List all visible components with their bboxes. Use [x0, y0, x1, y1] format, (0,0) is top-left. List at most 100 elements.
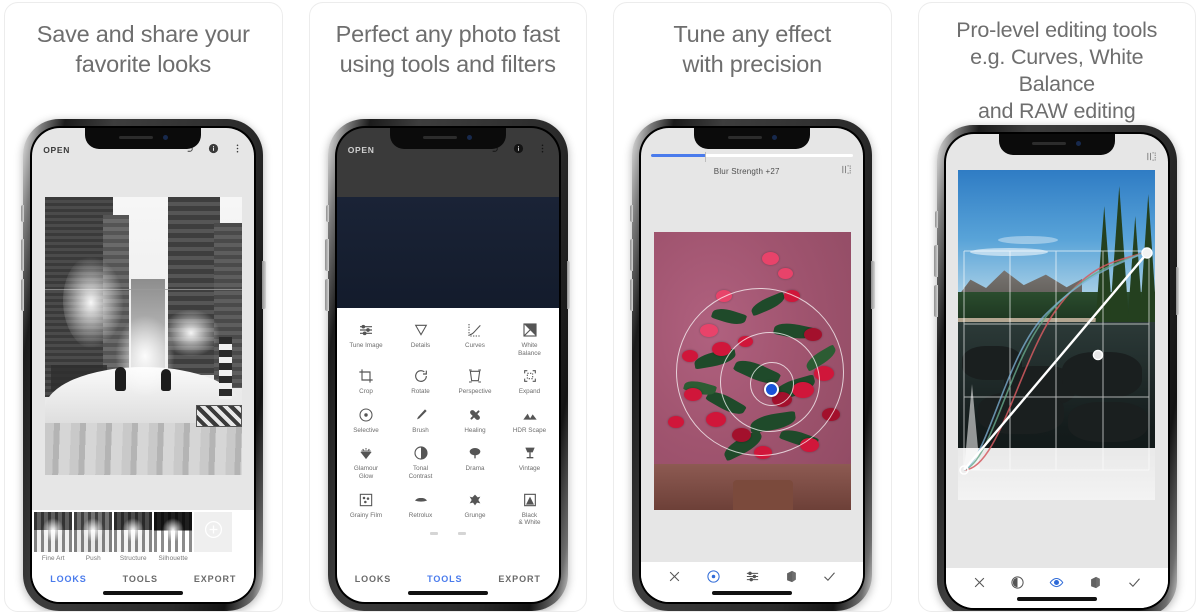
tab-looks[interactable]: LOOKS — [355, 574, 392, 584]
check-icon[interactable] — [1127, 575, 1142, 590]
earpiece-speaker — [423, 135, 458, 140]
tool-drama[interactable]: Drama — [448, 439, 503, 483]
eye-icon[interactable] — [1049, 575, 1064, 590]
tool-perspective[interactable]: Perspective — [448, 362, 503, 399]
check-icon[interactable] — [822, 569, 837, 584]
open-button[interactable]: OPEN — [43, 136, 70, 155]
tool-selective[interactable]: Selective — [339, 401, 394, 438]
more-vert-icon[interactable] — [537, 143, 548, 156]
info-icon[interactable] — [513, 143, 524, 156]
tab-looks[interactable]: LOOKS — [50, 574, 87, 584]
open-button[interactable]: OPEN — [348, 136, 375, 155]
tab-export[interactable]: EXPORT — [498, 574, 540, 584]
tool-details[interactable]: Details — [393, 316, 448, 360]
tools-grid: Tune Image Details Curves White Balance … — [339, 316, 557, 530]
tool-white-balance[interactable]: White Balance — [502, 316, 557, 360]
tool-vintage[interactable]: Vintage — [502, 439, 557, 483]
close-icon[interactable] — [972, 575, 987, 590]
photo-canvas-3[interactable] — [641, 180, 864, 562]
power-button — [1175, 267, 1180, 315]
edited-photo-bw-street — [44, 197, 242, 475]
tool-curves[interactable]: Curves — [448, 316, 503, 360]
app-screen-1: OPEN Fine Art Push Structure Silhouette … — [32, 128, 255, 602]
contrast-circle-icon[interactable] — [1010, 575, 1025, 590]
tool-crop[interactable]: Crop — [339, 362, 394, 399]
edited-photo-lake — [958, 170, 1156, 500]
home-indicator — [712, 591, 793, 595]
power-button — [566, 261, 571, 309]
selective-control-point[interactable] — [763, 382, 779, 397]
tool-label: Tune Image — [349, 342, 383, 349]
slider-knob[interactable] — [704, 152, 707, 162]
stack-icon[interactable] — [1088, 575, 1103, 590]
info-icon[interactable] — [208, 143, 219, 156]
phone-mockup-1: OPEN Fine Art Push Structure Silhouette … — [20, 119, 266, 611]
tool-expand[interactable]: Expand — [502, 362, 557, 399]
tool-label: Vintage — [518, 465, 541, 473]
tool-label: Perspective — [458, 388, 492, 396]
tool-brush[interactable]: Brush — [393, 401, 448, 438]
looks-filmstrip[interactable]: Fine Art Push Structure Silhouette — [32, 510, 255, 566]
look-item[interactable]: Fine Art — [34, 512, 73, 562]
tool-grunge[interactable]: Grunge — [448, 486, 503, 530]
look-item[interactable]: Push — [74, 512, 113, 562]
phone-mockup-3: Blur Strength +27 — [629, 119, 875, 611]
photo-canvas-4[interactable] — [945, 168, 1168, 568]
tool-label: Details — [410, 342, 431, 349]
tune-icon[interactable] — [745, 569, 760, 584]
tab-export[interactable]: EXPORT — [194, 574, 236, 584]
mute-switch — [21, 205, 25, 222]
stack-icon[interactable] — [784, 569, 799, 584]
look-item[interactable]: Silhouette — [154, 512, 193, 562]
add-look-button[interactable] — [194, 512, 233, 552]
tool-healing[interactable]: Healing — [448, 401, 503, 438]
card-heading-3: Tune any effect with precision — [673, 21, 832, 77]
selective-icon — [340, 405, 393, 425]
look-item[interactable]: Structure — [114, 512, 153, 562]
tool-label: Expand — [518, 388, 541, 396]
photo-canvas-1[interactable] — [32, 162, 255, 510]
edit-toolbar-3[interactable] — [641, 562, 864, 602]
tool-tune-image[interactable]: Tune Image — [339, 316, 394, 360]
look-label: Push — [85, 555, 101, 562]
tab-tools[interactable]: TOOLS — [123, 574, 158, 584]
phone-mockup-4 — [934, 125, 1180, 611]
curves-overlay[interactable] — [958, 170, 1155, 500]
more-vert-icon[interactable] — [232, 143, 243, 156]
tool-label: Glamour Glow — [353, 465, 379, 480]
tool-label: Rotate — [411, 388, 430, 396]
tools-panel[interactable]: Tune Image Details Curves White Balance … — [336, 308, 559, 566]
bottom-nav-2[interactable]: LOOKS TOOLS EXPORT — [336, 566, 559, 602]
screenshot-card-1: Save and share your favorite looks OPEN — [4, 2, 283, 612]
power-button — [262, 261, 266, 309]
power-button — [871, 261, 875, 309]
tool-black-white[interactable]: Black & White — [502, 486, 557, 530]
triangle-down-icon — [394, 320, 447, 340]
tool-rotate[interactable]: Rotate — [393, 362, 448, 399]
curves-icon — [449, 320, 502, 340]
tool-retrolux[interactable]: Retrolux — [393, 486, 448, 530]
volume-down-button — [629, 279, 634, 311]
tab-tools[interactable]: TOOLS — [427, 574, 462, 584]
volume-up-button — [629, 239, 634, 271]
app-screen-3: Blur Strength +27 — [641, 128, 864, 602]
selective-icon[interactable] — [706, 569, 721, 584]
tool-label: Grunge — [464, 511, 486, 519]
bottom-nav-1[interactable]: LOOKS TOOLS EXPORT — [32, 566, 255, 602]
compare-icon[interactable] — [841, 162, 852, 180]
home-indicator — [103, 591, 184, 595]
mute-switch — [325, 205, 329, 222]
photo-canvas-2[interactable] — [336, 162, 559, 327]
compare-icon[interactable] — [1146, 149, 1157, 167]
tool-glamour-glow[interactable]: Glamour Glow — [339, 439, 394, 483]
tool-tonal-contrast[interactable]: Tonal Contrast — [393, 439, 448, 483]
vintage-icon — [503, 443, 556, 463]
tool-grainy-film[interactable]: Grainy Film — [339, 486, 394, 530]
tool-hdr-scape[interactable]: HDR Scape — [502, 401, 557, 438]
screenshot-gallery: Save and share your favorite looks OPEN — [0, 0, 1200, 612]
edit-toolbar-4[interactable] — [945, 568, 1168, 608]
tool-label: White Balance — [518, 342, 541, 357]
effect-slider[interactable] — [651, 152, 854, 162]
app-screen-4 — [945, 134, 1168, 608]
close-icon[interactable] — [667, 569, 682, 584]
